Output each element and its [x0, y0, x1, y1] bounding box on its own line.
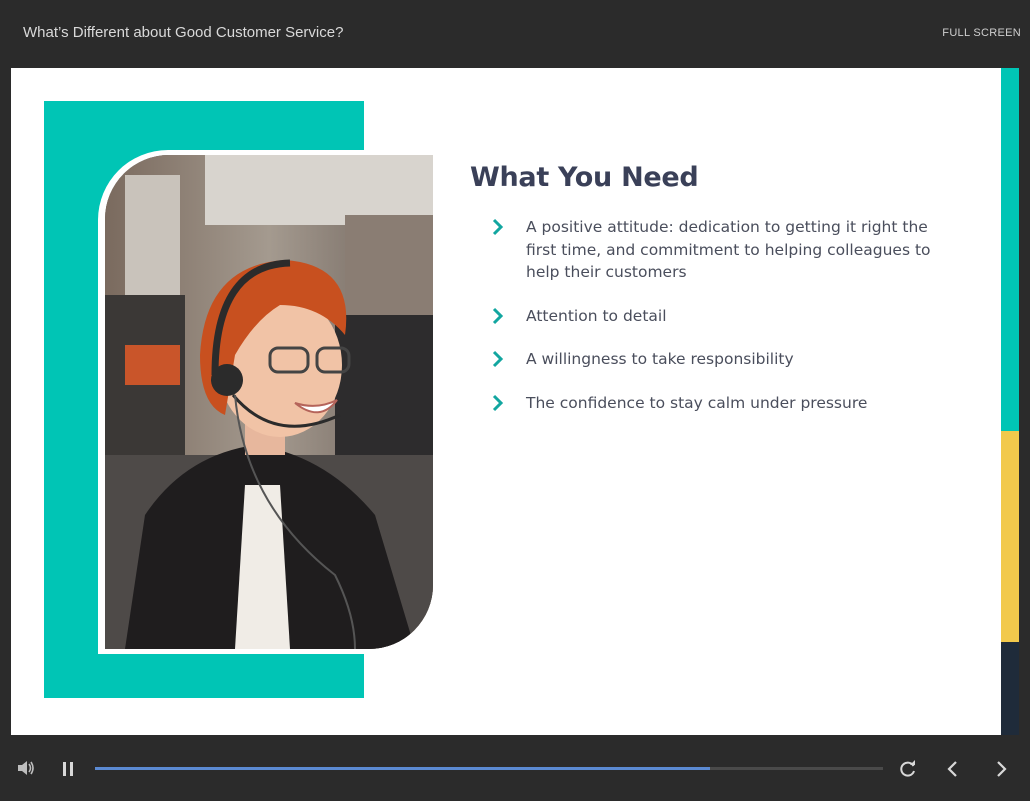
woman-with-headset-photo: [105, 155, 433, 649]
bullet-item: Attention to detail: [491, 305, 951, 328]
bullet-item: A willingness to take responsibility: [491, 348, 951, 371]
chevron-right-icon: [492, 307, 504, 324]
bullet-text: A willingness to take responsibility: [526, 350, 794, 368]
top-bar: What’s Different about Good Customer Ser…: [0, 0, 1030, 68]
player-controls: [0, 735, 1030, 801]
pause-icon[interactable]: [62, 762, 74, 776]
bullet-list: A positive attitude: dedication to getti…: [491, 216, 951, 435]
bullet-item: A positive attitude: dedication to getti…: [491, 216, 951, 284]
course-title: What’s Different about Good Customer Ser…: [23, 24, 344, 41]
fullscreen-button[interactable]: FULL SCREEN: [942, 27, 1021, 39]
seek-bar-progress: [95, 767, 710, 770]
chevron-left-icon[interactable]: [945, 760, 961, 778]
chevron-right-icon[interactable]: [993, 760, 1009, 778]
seek-bar[interactable]: [95, 767, 883, 770]
chevron-right-icon: [492, 218, 504, 236]
volume-icon[interactable]: [17, 760, 35, 776]
bullet-text: The confidence to stay calm under pressu…: [526, 393, 868, 412]
bullet-text: Attention to detail: [526, 306, 667, 325]
rail-segment-yellow: [1001, 431, 1019, 642]
chevron-right-icon: [492, 350, 504, 368]
rail-segment-teal: [1001, 68, 1019, 431]
replay-icon[interactable]: [899, 760, 917, 778]
bullet-item: The confidence to stay calm under pressu…: [491, 392, 951, 415]
slide-canvas: What You Need A positive attitude: dedic…: [11, 68, 1001, 735]
chevron-right-icon: [492, 394, 504, 411]
bullet-text: A positive attitude: dedication to getti…: [526, 218, 931, 281]
section-progress-rail: [1001, 68, 1019, 735]
slide-heading: What You Need: [470, 162, 699, 193]
